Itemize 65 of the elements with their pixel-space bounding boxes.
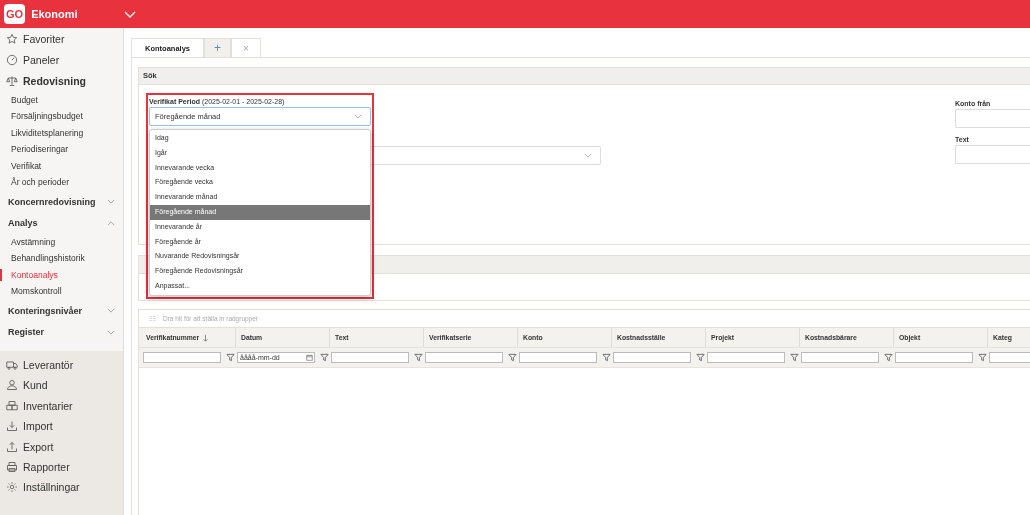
filter-icon[interactable] bbox=[320, 353, 329, 362]
sidebar-item[interactable]: Export bbox=[0, 436, 123, 457]
filter-field[interactable] bbox=[519, 352, 597, 363]
app-name[interactable]: Ekonomi bbox=[31, 8, 78, 20]
sidebar-group[interactable]: Konteringsnivåer bbox=[0, 299, 123, 322]
chevron-icon bbox=[354, 114, 362, 119]
chevron-icon bbox=[107, 199, 115, 205]
star-icon bbox=[6, 33, 18, 46]
filter-field[interactable] bbox=[801, 352, 879, 363]
truck-icon bbox=[6, 358, 18, 371]
sidebar-link[interactable]: Likviditetsplanering bbox=[0, 124, 123, 142]
sort-arrow-icon bbox=[202, 333, 210, 342]
sidebar-link[interactable]: Försäljningsbudget bbox=[0, 108, 123, 125]
sidebar-group[interactable]: Koncernredovisning bbox=[0, 190, 123, 213]
sidebar-group[interactable]: Register bbox=[0, 321, 123, 343]
chevron-icon bbox=[107, 308, 115, 314]
printer-icon bbox=[6, 460, 18, 473]
chevron-icon bbox=[107, 220, 115, 226]
filter-icon[interactable] bbox=[978, 353, 987, 362]
filter-field[interactable] bbox=[613, 352, 691, 363]
group-icon bbox=[149, 315, 156, 322]
sidebar-link[interactable]: Budget bbox=[0, 91, 123, 109]
filter-icon[interactable] bbox=[696, 353, 705, 362]
filter-field[interactable] bbox=[143, 352, 221, 363]
chevron-icon bbox=[107, 329, 115, 335]
sidebar-link[interactable]: Verifikat bbox=[0, 157, 123, 175]
filter-icon[interactable] bbox=[790, 353, 799, 362]
logo[interactable]: GO bbox=[4, 4, 26, 24]
person-icon bbox=[6, 379, 18, 392]
import-icon bbox=[6, 420, 18, 433]
input-field[interactable] bbox=[955, 145, 1030, 164]
filter-field[interactable] bbox=[707, 352, 785, 363]
sidebar-item[interactable]: Favoriter bbox=[0, 29, 123, 50]
filter-icon[interactable] bbox=[884, 353, 893, 362]
boxes-icon bbox=[6, 399, 18, 412]
sidebar-item[interactable]: Paneler bbox=[0, 49, 123, 70]
sidebar-link[interactable]: Kontoanalys bbox=[0, 266, 123, 284]
sidebar-link[interactable]: Periodiseringar bbox=[0, 141, 123, 158]
sidebar-item[interactable]: Import bbox=[0, 415, 123, 437]
filter-field[interactable] bbox=[331, 352, 409, 363]
sidebar-link[interactable]: Momskontroll bbox=[0, 283, 123, 300]
filter-field[interactable] bbox=[895, 352, 973, 363]
chevron-icon bbox=[584, 153, 592, 158]
sidebar-section[interactable]: Redovisning bbox=[0, 69, 123, 92]
filter-field[interactable] bbox=[425, 352, 503, 363]
filter-icon[interactable] bbox=[414, 353, 423, 362]
scale-icon bbox=[6, 74, 18, 87]
sidebar-item[interactable]: Kund bbox=[0, 375, 123, 396]
chevron-icon[interactable] bbox=[123, 10, 136, 18]
sidebar-link[interactable]: Behandlingshistorik bbox=[0, 250, 123, 267]
export-icon bbox=[6, 440, 18, 453]
sidebar-group[interactable]: Analys bbox=[0, 212, 123, 234]
sidebar-item[interactable]: Inventarier bbox=[0, 395, 123, 416]
sidebar-item[interactable]: Leverantör bbox=[0, 354, 123, 376]
gauge-icon bbox=[6, 53, 18, 66]
sidebar-item[interactable]: Rapporter bbox=[0, 456, 123, 478]
calendar-icon[interactable] bbox=[306, 354, 313, 361]
gear-icon bbox=[6, 481, 18, 494]
input-field[interactable] bbox=[955, 109, 1030, 128]
filter-icon[interactable] bbox=[508, 353, 517, 362]
filter-icon[interactable] bbox=[226, 353, 235, 362]
filter-icon[interactable] bbox=[602, 353, 611, 362]
sidebar-link[interactable]: Avstämning bbox=[0, 233, 123, 251]
sidebar-link[interactable]: År och perioder bbox=[0, 174, 123, 191]
sidebar-item[interactable]: Inställningar bbox=[0, 477, 123, 498]
